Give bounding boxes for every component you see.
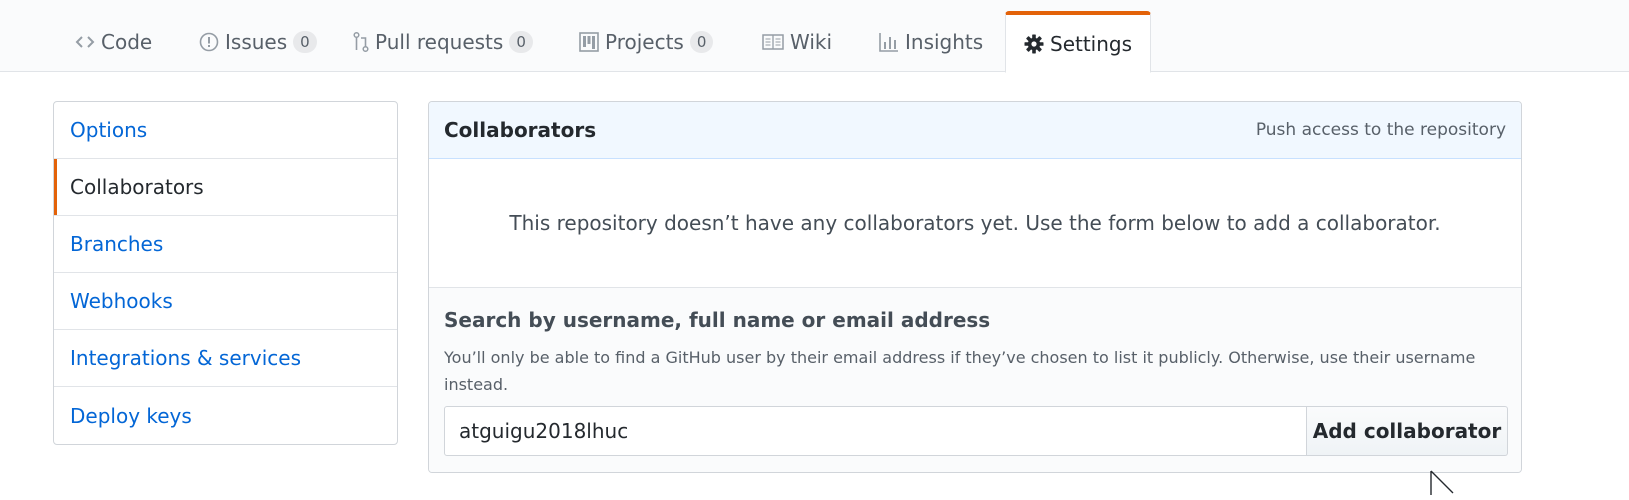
tab-projects[interactable]: Projects 0 [561, 12, 731, 72]
settings-menu: Options Collaborators Branches Webhooks … [53, 101, 398, 445]
code-icon [75, 34, 95, 50]
sidebar-item-webhooks[interactable]: Webhooks [54, 273, 397, 330]
sidebar-item-label: Integrations & services [70, 346, 301, 370]
sidebar-item-label: Options [70, 118, 148, 142]
sidebar-item-deploy-keys[interactable]: Deploy keys [54, 387, 397, 444]
tab-label: Issues [225, 30, 288, 54]
tab-wiki[interactable]: Wiki [744, 12, 850, 72]
repo-nav: Code Issues 0 Pull requests 0 Projects 0… [0, 0, 1629, 73]
sidebar-item-collaborators[interactable]: Collaborators [54, 159, 397, 216]
collaborators-header: Collaborators Push access to the reposit… [429, 102, 1521, 159]
tab-issues[interactable]: Issues 0 [181, 12, 335, 72]
tab-label: Pull requests [375, 30, 504, 54]
tab-label: Code [101, 30, 153, 54]
add-collaborator-button[interactable]: Add collaborator [1307, 406, 1508, 456]
sidebar-item-label: Deploy keys [70, 403, 192, 428]
tab-settings[interactable]: Settings [1005, 11, 1152, 73]
tab-insights[interactable]: Insights [861, 12, 1001, 72]
search-input-group: Add collaborator [444, 406, 1508, 456]
projects-counter: 0 [689, 31, 714, 53]
pull-request-icon [353, 31, 369, 53]
add-collaborator-form: Search by username, full name or email a… [429, 288, 1521, 472]
collaborator-search-input[interactable] [444, 406, 1307, 456]
graph-icon [879, 32, 899, 52]
sidebar-item-options[interactable]: Options [54, 102, 397, 159]
sidebar-item-label: Branches [70, 232, 164, 256]
sidebar-item-integrations[interactable]: Integrations & services [54, 330, 397, 387]
search-note: You’ll only be able to find a GitHub use… [444, 348, 1476, 394]
search-label: Search by username, full name or email a… [444, 308, 991, 332]
issues-counter: 0 [293, 31, 317, 53]
sidebar-item-label: Collaborators [70, 175, 204, 199]
tab-pull-requests[interactable]: Pull requests 0 [335, 12, 551, 72]
gear-icon [1024, 34, 1044, 54]
empty-collaborators-message: This repository doesn’t have any collabo… [429, 159, 1521, 288]
book-icon [762, 33, 784, 51]
pull-requests-counter: 0 [509, 31, 533, 53]
project-icon [579, 32, 599, 52]
tab-label: Projects [605, 30, 684, 54]
tab-label: Wiki [790, 30, 833, 54]
sidebar-item-branches[interactable]: Branches [54, 216, 397, 273]
sidebar-item-label: Webhooks [70, 289, 173, 313]
collaborators-box: Collaborators Push access to the reposit… [428, 101, 1522, 473]
tab-label: Settings [1050, 31, 1133, 56]
tab-code[interactable]: Code [57, 12, 170, 72]
empty-message-text: This repository doesn’t have any collabo… [509, 211, 1441, 235]
tab-label: Insights [905, 30, 984, 54]
collaborators-title: Collaborators [444, 118, 597, 142]
issue-icon [199, 32, 219, 52]
push-access-note: Push access to the repository [1255, 120, 1506, 140]
